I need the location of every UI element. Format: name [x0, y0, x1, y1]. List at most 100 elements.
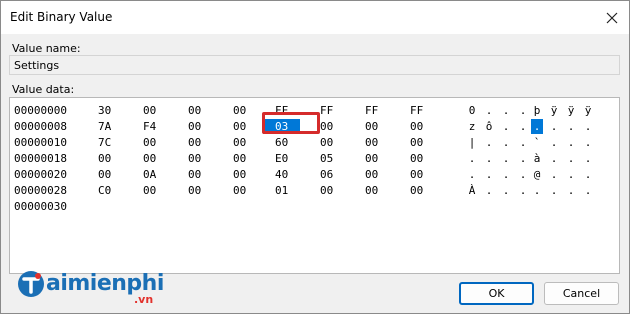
hex-row[interactable]: 00000010 7C 00 00 00 60 00 00 00 |... `... — [10, 135, 610, 150]
hex-byte[interactable]: 00 — [410, 151, 423, 166]
ascii-char[interactable]: | — [466, 135, 478, 150]
hex-byte[interactable]: 01 — [275, 183, 288, 198]
hex-byte[interactable]: 00 — [143, 183, 156, 198]
hex-byte[interactable]: 00 — [410, 135, 423, 150]
ascii-char[interactable]: . — [483, 183, 495, 198]
hex-byte[interactable]: 00 — [233, 103, 246, 118]
hex-byte[interactable]: 40 — [275, 167, 288, 182]
hex-byte[interactable]: 05 — [320, 151, 333, 166]
ascii-char[interactable]: . — [548, 183, 560, 198]
hex-byte[interactable]: 00 — [143, 151, 156, 166]
ascii-char[interactable]: ÿ — [565, 103, 577, 118]
ascii-char[interactable]: . — [500, 167, 512, 182]
ascii-char[interactable]: . — [483, 135, 495, 150]
hex-byte[interactable]: 00 — [143, 135, 156, 150]
hex-byte[interactable]: FF — [410, 103, 423, 118]
hex-byte[interactable]: 00 — [233, 119, 246, 134]
hex-byte[interactable]: 00 — [188, 151, 201, 166]
ascii-char[interactable]: . — [548, 119, 560, 134]
hex-byte[interactable]: 00 — [143, 103, 156, 118]
ascii-char[interactable]: ` — [531, 135, 543, 150]
hex-byte[interactable]: FF — [365, 103, 378, 118]
hex-byte[interactable]: 00 — [365, 135, 378, 150]
hex-byte[interactable]: 00 — [320, 135, 333, 150]
ascii-char[interactable]: . — [517, 119, 529, 134]
hex-byte[interactable]: 00 — [233, 167, 246, 182]
hex-byte[interactable]: 00 — [410, 167, 423, 182]
ascii-char[interactable]: 0 — [466, 103, 478, 118]
ascii-char[interactable]: . — [565, 151, 577, 166]
ascii-char[interactable]: . — [565, 183, 577, 198]
ascii-char[interactable]: À — [466, 183, 478, 198]
hex-byte[interactable]: 00 — [188, 135, 201, 150]
ascii-char[interactable]: @ — [531, 167, 543, 182]
ascii-char[interactable]: z — [466, 119, 478, 134]
ascii-char[interactable]: ÿ — [548, 103, 560, 118]
ascii-char[interactable]: . — [548, 167, 560, 182]
ascii-char[interactable]: . — [531, 183, 543, 198]
ascii-char[interactable]: ô — [483, 119, 495, 134]
hex-byte[interactable]: 00 — [320, 183, 333, 198]
ascii-char[interactable]: . — [517, 183, 529, 198]
hex-byte[interactable]: 06 — [320, 167, 333, 182]
hex-byte[interactable]: 0A — [143, 167, 156, 182]
ascii-char[interactable]: . — [483, 167, 495, 182]
ascii-char[interactable]: . — [517, 103, 529, 118]
ascii-char[interactable]: . — [500, 119, 512, 134]
hex-byte[interactable]: 00 — [410, 119, 423, 134]
ascii-char[interactable]: . — [548, 135, 560, 150]
hex-byte[interactable]: 60 — [275, 135, 288, 150]
ascii-char[interactable]: . — [582, 151, 594, 166]
hex-byte[interactable]: 00 — [365, 183, 378, 198]
hex-byte[interactable]: 00 — [188, 167, 201, 182]
hex-byte[interactable]: 00 — [233, 183, 246, 198]
ascii-char[interactable]: þ — [531, 103, 543, 118]
value-name-field[interactable]: Settings — [9, 55, 620, 75]
close-button[interactable] — [601, 7, 623, 29]
ascii-char[interactable]: . — [466, 167, 478, 182]
hex-byte[interactable]: 00 — [188, 103, 201, 118]
ascii-char[interactable]: . — [500, 103, 512, 118]
ascii-char[interactable]: . — [582, 135, 594, 150]
ascii-char[interactable]: . — [517, 135, 529, 150]
ascii-char[interactable]: . — [500, 183, 512, 198]
hex-row[interactable]: 00000030 — [10, 199, 610, 214]
hex-byte[interactable]: F4 — [143, 119, 156, 134]
ok-button[interactable]: OK — [459, 282, 534, 305]
ascii-char[interactable]: à — [531, 151, 543, 166]
hex-byte[interactable]: 00 — [98, 167, 111, 182]
hex-byte[interactable]: 00 — [365, 151, 378, 166]
hex-byte[interactable]: 00 — [365, 119, 378, 134]
ascii-char[interactable]: . — [483, 103, 495, 118]
ascii-char[interactable]: . — [582, 183, 594, 198]
hex-byte[interactable]: 00 — [410, 183, 423, 198]
hex-row[interactable]: 00000018 00 00 00 00 E0 05 00 00.... à... — [10, 151, 610, 166]
ascii-char[interactable]: . — [565, 135, 577, 150]
hex-byte[interactable]: 30 — [98, 103, 111, 118]
hex-byte[interactable]: 00 — [233, 151, 246, 166]
hex-byte[interactable]: 00 — [188, 183, 201, 198]
ascii-char[interactable]: . — [500, 135, 512, 150]
hex-row[interactable]: 00000028 C0 00 00 00 01 00 00 00 À....... — [10, 183, 610, 198]
ascii-char[interactable]: . — [517, 151, 529, 166]
hex-byte[interactable]: 00 — [365, 167, 378, 182]
ascii-char[interactable]: . — [548, 151, 560, 166]
ascii-char[interactable]: . — [517, 167, 529, 182]
hex-row[interactable]: 00000020 00 0A 00 00 40 06 00 00.... @... — [10, 167, 610, 182]
ascii-char[interactable]: . — [483, 151, 495, 166]
hex-byte[interactable]: C0 — [98, 183, 111, 198]
ascii-char[interactable]: . — [582, 119, 594, 134]
ascii-char[interactable]: . — [466, 151, 478, 166]
hex-byte[interactable]: 7A — [98, 119, 111, 134]
hex-byte[interactable]: 00 — [98, 151, 111, 166]
ascii-char[interactable]: . — [500, 151, 512, 166]
ascii-char[interactable]: ÿ — [582, 103, 594, 118]
ascii-char[interactable]: . — [582, 167, 594, 182]
hex-byte[interactable]: 00 — [320, 119, 333, 134]
hex-byte[interactable]: 00 — [188, 119, 201, 134]
ascii-char[interactable]: . — [565, 167, 577, 182]
selected-ascii-char[interactable]: . — [531, 119, 543, 134]
hex-byte[interactable]: E0 — [275, 151, 288, 166]
hex-byte[interactable]: 7C — [98, 135, 111, 150]
ascii-char[interactable]: . — [565, 119, 577, 134]
